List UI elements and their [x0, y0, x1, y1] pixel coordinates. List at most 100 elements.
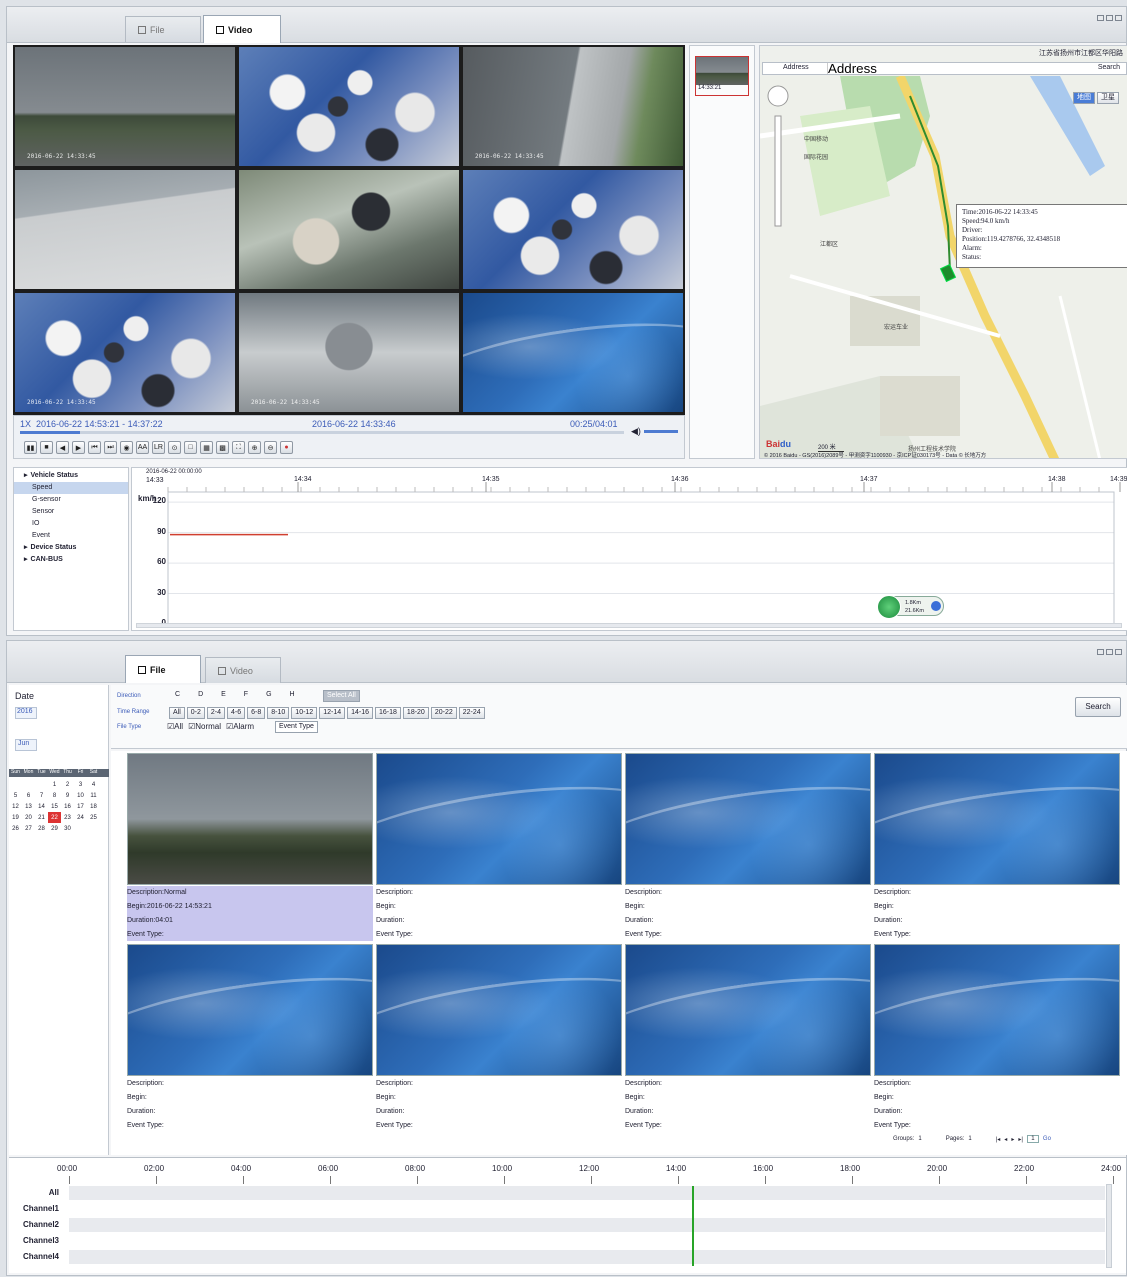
file-type-option[interactable]: ☑All [167, 722, 183, 731]
layout-9-icon[interactable]: ▩ [216, 441, 229, 454]
calendar-day[interactable]: 22 [48, 812, 61, 823]
event-type-button[interactable]: Event Type [275, 721, 318, 733]
minimize-icon[interactable] [1097, 649, 1104, 655]
camera-view[interactable] [238, 46, 460, 167]
direction-option[interactable]: E [221, 691, 226, 698]
year-select[interactable]: 2016 [15, 707, 37, 719]
calendar-day[interactable]: 15 [48, 801, 61, 812]
restore-icon[interactable] [1106, 15, 1113, 21]
file-card[interactable]: Description: Begin: Duration: Event Type: [625, 753, 871, 941]
camera-view[interactable]: 2016-06-22 14:33:45 [462, 46, 684, 167]
calendar-day[interactable]: 2 [61, 779, 74, 790]
timeline-row[interactable] [69, 1186, 1105, 1200]
calendar-day[interactable]: 30 [61, 823, 74, 834]
zoom-in-icon[interactable]: ⊕ [248, 441, 261, 454]
chart-scrollbar[interactable] [136, 623, 1122, 628]
status-tree-item[interactable]: ▸ Device Status [14, 542, 128, 554]
rewind-icon[interactable]: ◀ [56, 441, 69, 454]
stop-icon[interactable]: ■ [40, 441, 53, 454]
time-range-option[interactable]: All [169, 707, 185, 719]
map-pan-control[interactable] [767, 85, 789, 107]
file-thumbnail[interactable] [625, 944, 871, 1076]
restore-icon[interactable] [1106, 649, 1113, 655]
file-thumbnail[interactable] [874, 753, 1120, 885]
camera-view[interactable]: 2016-06-22 14:33:45 [14, 46, 236, 167]
page-input[interactable]: 1 [1026, 1135, 1039, 1143]
status-tree-item[interactable]: IO [14, 518, 128, 530]
file-thumbnail[interactable] [127, 944, 373, 1076]
snapshot-icon[interactable]: ◉ [120, 441, 133, 454]
file-card[interactable]: Description: Begin: Duration: Event Type: [127, 944, 373, 1132]
camera-view[interactable] [238, 169, 460, 290]
status-tree-item[interactable]: Event [14, 530, 128, 542]
time-range-option[interactable]: 22-24 [458, 707, 485, 719]
calendar-day[interactable]: 23 [61, 812, 74, 823]
alarm-icon[interactable]: ● [280, 441, 293, 454]
forward-icon[interactable]: ▶ [72, 441, 85, 454]
minimize-icon[interactable] [1097, 15, 1104, 21]
calendar-day[interactable]: 17 [74, 801, 87, 812]
calendar-day[interactable]: 6 [22, 790, 35, 801]
close-icon[interactable] [1115, 649, 1122, 655]
fullscreen-icon[interactable]: ⛶ [232, 441, 245, 454]
timeline-row[interactable] [69, 1250, 1105, 1264]
play-icon[interactable]: ▮▮ [24, 441, 37, 454]
file-type-option[interactable]: ☑Alarm [226, 722, 254, 731]
prev-page-icon[interactable]: ◂ [1004, 1136, 1007, 1143]
file-card[interactable]: Description: Begin: Duration: Event Type: [874, 944, 1120, 1132]
status-tree-item[interactable]: ▸ CAN-BUS [14, 554, 128, 566]
time-range-option[interactable]: 10-12 [291, 707, 318, 719]
timeline-marker[interactable] [692, 1186, 695, 1266]
time-range-option[interactable]: 2-4 [206, 707, 226, 719]
tab-video-bottom[interactable]: Video [205, 657, 281, 683]
time-range-option[interactable]: 20-22 [430, 707, 457, 719]
go-button[interactable]: Go [1043, 1136, 1051, 1142]
time-range-option[interactable]: 16-18 [375, 707, 401, 719]
file-card[interactable]: Description: Begin: Duration: Event Type: [874, 753, 1120, 941]
last-page-icon[interactable]: ▸| [1018, 1136, 1023, 1143]
calendar-day[interactable]: 28 [35, 823, 48, 834]
timeline-row[interactable] [69, 1218, 1105, 1232]
time-range-option[interactable]: 6-8 [247, 707, 266, 719]
calendar-day[interactable]: 24 [74, 812, 87, 823]
calendar-day[interactable]: 1 [48, 779, 61, 790]
direction-option[interactable]: D [198, 691, 203, 698]
map-zoom-slider[interactable] [774, 115, 782, 227]
calendar-day[interactable]: 10 [74, 790, 87, 801]
file-card[interactable]: Description: Begin: Duration: Event Type: [376, 753, 622, 941]
file-card[interactable]: Description: Begin: Duration: Event Type: [625, 944, 871, 1132]
calendar-day[interactable]: 29 [48, 823, 61, 834]
calendar-day[interactable]: 26 [9, 823, 22, 834]
status-tree-item[interactable]: ▸ Vehicle Status [14, 470, 128, 482]
direction-option[interactable]: G [266, 691, 271, 698]
camera-view[interactable]: 2016-06-22 14:33:45 [238, 292, 460, 413]
playback-progress-track[interactable] [20, 431, 624, 434]
direction-option[interactable]: H [290, 691, 295, 698]
camera-view[interactable] [462, 292, 684, 413]
record-icon[interactable]: ⊙ [168, 441, 181, 454]
calendar-day[interactable]: 14 [35, 801, 48, 812]
file-thumbnail[interactable] [127, 753, 373, 885]
calendar-day[interactable]: 8 [48, 790, 61, 801]
calendar-day[interactable]: 20 [22, 812, 35, 823]
map-type-satellite[interactable]: 卫星 [1097, 92, 1119, 104]
tooltip-close-icon[interactable] [931, 601, 941, 611]
time-range-option[interactable]: 18-20 [402, 707, 429, 719]
aa-icon[interactable]: AA [136, 441, 149, 454]
volume-slider[interactable] [644, 430, 678, 433]
prev-frame-icon[interactable]: ⏮ [88, 441, 101, 454]
calendar-day[interactable]: 27 [22, 823, 35, 834]
camera-view[interactable] [462, 169, 684, 290]
address-input[interactable] [827, 63, 1089, 74]
calendar-day[interactable]: 16 [61, 801, 74, 812]
calendar-day[interactable]: 3 [74, 779, 87, 790]
month-select[interactable]: Jun [15, 739, 37, 751]
calendar-day[interactable]: 13 [22, 801, 35, 812]
snapshot-thumb[interactable]: 14:33:21 [695, 56, 749, 96]
camera-view[interactable] [14, 169, 236, 290]
map-type-map[interactable]: 地图 [1073, 92, 1095, 104]
file-thumbnail[interactable] [625, 753, 871, 885]
select-all-button[interactable]: Select All [323, 690, 360, 702]
file-thumbnail[interactable] [376, 944, 622, 1076]
calendar-day[interactable]: 4 [87, 779, 100, 790]
